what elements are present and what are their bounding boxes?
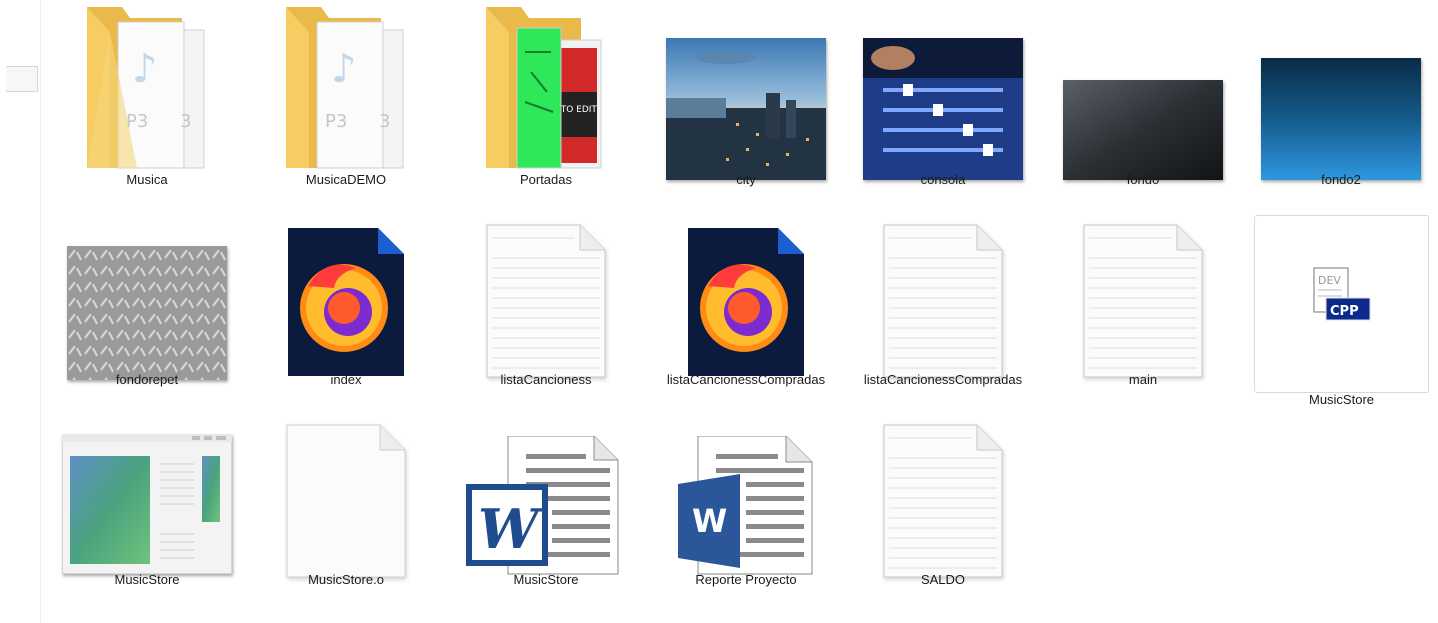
file-item[interactable]: MusicStore xyxy=(52,400,242,595)
file-item[interactable]: ♪ P3 3 MusicaDEMO xyxy=(251,0,441,195)
file-item[interactable]: DEV CPP MusicStore xyxy=(1254,215,1429,407)
svg-text:3: 3 xyxy=(180,111,191,132)
file-name: MusicStore.o xyxy=(308,572,384,587)
word-document-icon: W xyxy=(651,400,841,575)
firefox-document-icon xyxy=(251,200,441,376)
file-item[interactable]: listaCancionessCompradas xyxy=(848,200,1038,395)
file-name: fondorepet xyxy=(115,372,179,387)
file-item[interactable]: W MusicStore xyxy=(451,400,641,595)
file-name: Portadas xyxy=(519,172,573,187)
dark-gradient-image-thumbnail xyxy=(1048,0,1238,180)
text-document-icon xyxy=(848,200,1038,378)
svg-text:P3: P3 xyxy=(126,111,148,132)
svg-text:3: 3 xyxy=(379,111,390,132)
file-item[interactable]: city xyxy=(651,0,841,195)
metal-plate-image-thumbnail xyxy=(52,200,242,380)
svg-text:DEV: DEV xyxy=(1318,274,1341,287)
firefox-document-icon xyxy=(651,200,841,376)
devcpp-file-icon: DEV CPP xyxy=(1255,216,1428,372)
text-document-icon xyxy=(451,200,641,378)
file-item[interactable]: listaCancionessCompradas xyxy=(651,200,841,395)
city-image-thumbnail xyxy=(651,0,841,180)
file-name: listaCancioness xyxy=(500,372,592,387)
file-name: main xyxy=(1128,372,1158,387)
file-item[interactable]: W Reporte Proyecto xyxy=(651,400,841,595)
file-item[interactable]: SALDO xyxy=(848,400,1038,595)
blue-gradient-image-thumbnail xyxy=(1246,0,1436,180)
navigation-pane-item[interactable] xyxy=(6,66,38,92)
file-name: MusicStore xyxy=(513,572,579,587)
file-item[interactable]: index xyxy=(251,200,441,395)
file-item[interactable]: consola xyxy=(848,0,1038,195)
file-name: MusicaDEMO xyxy=(305,172,387,187)
file-item[interactable]: main xyxy=(1048,200,1238,395)
text-document-icon xyxy=(1048,200,1238,378)
file-item[interactable]: fondo xyxy=(1048,0,1238,195)
navigation-pane xyxy=(0,0,41,623)
file-name: Reporte Proyecto xyxy=(695,572,797,587)
file-name: consola xyxy=(920,172,966,187)
file-item[interactable]: ♪ P3 3 Musica xyxy=(52,0,242,195)
file-name: listaCancionessCompradas xyxy=(863,372,1023,387)
file-name: listaCancionessCompradas xyxy=(666,372,826,387)
file-name: fondo2 xyxy=(1321,172,1361,187)
word-legacy-document-icon: W xyxy=(451,400,641,575)
file-item[interactable]: fondorepet xyxy=(52,200,242,395)
mixing-console-image-thumbnail xyxy=(848,0,1038,180)
file-item[interactable]: MusicStore.o xyxy=(251,400,441,595)
svg-text:P3: P3 xyxy=(325,111,347,132)
file-name: MusicStore xyxy=(1308,392,1375,407)
svg-text:♪: ♪ xyxy=(132,46,158,92)
file-item[interactable]: STO EDIT Portadas xyxy=(451,0,641,195)
folder-music-icon: ♪ P3 3 xyxy=(52,0,242,172)
file-name: city xyxy=(736,172,756,187)
application-window-icon xyxy=(52,400,242,574)
word-letter: W xyxy=(692,502,727,540)
cpp-badge: CPP xyxy=(1330,304,1359,319)
file-name: SALDO xyxy=(920,572,966,587)
file-name: Musica xyxy=(126,172,168,187)
word-letter: W xyxy=(478,497,544,561)
blank-file-icon xyxy=(251,400,441,578)
folder-music-icon: ♪ P3 3 xyxy=(251,0,441,172)
text-document-icon xyxy=(848,400,1038,578)
file-item[interactable]: fondo2 xyxy=(1246,0,1436,195)
file-name: fondo xyxy=(1126,172,1160,187)
folder-images-icon: STO EDIT xyxy=(451,0,641,172)
file-name: index xyxy=(330,372,362,387)
file-name: MusicStore xyxy=(114,572,180,587)
svg-text:♪: ♪ xyxy=(331,46,357,92)
file-item[interactable]: listaCancioness xyxy=(451,200,641,395)
